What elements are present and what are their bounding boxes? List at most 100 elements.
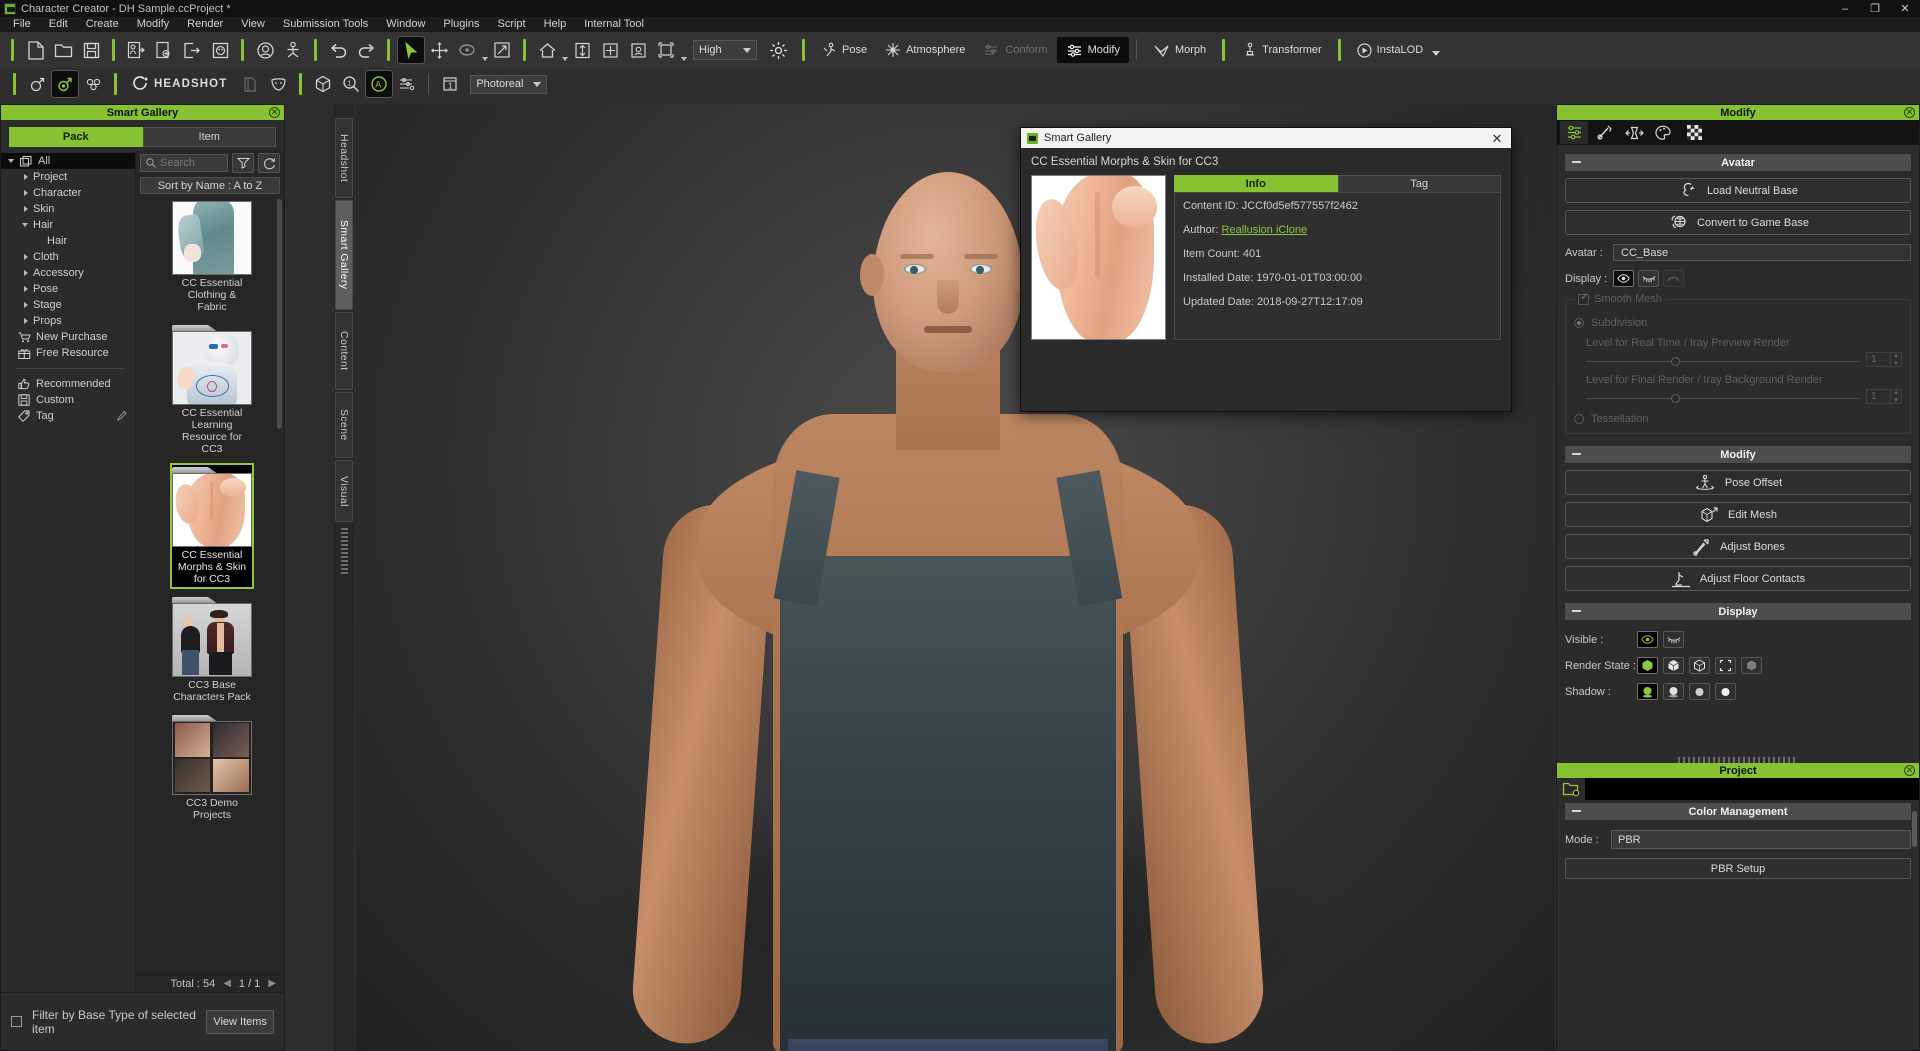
list-item[interactable]: CC3 Base Characters Pack [172, 595, 252, 705]
sidebar-item-stage[interactable]: Stage [1, 297, 135, 313]
sidebar-item-accessory[interactable]: Accessory [1, 265, 135, 281]
material-icon[interactable] [1650, 121, 1678, 144]
menu-plugins[interactable]: Plugins [434, 17, 488, 32]
lock-view-icon[interactable] [653, 37, 679, 63]
chevron-right-icon[interactable] [21, 204, 31, 214]
pbr-setup-button[interactable]: PBR Setup [1565, 858, 1911, 879]
tab-content[interactable]: Content [335, 312, 353, 390]
mode-pose-button[interactable]: Pose [812, 37, 876, 63]
eye-show-icon[interactable] [1637, 631, 1658, 648]
tab-visual[interactable]: Visual [335, 460, 353, 522]
shaded-box-icon[interactable] [1663, 657, 1684, 674]
sidebar-item-pose[interactable]: Pose [1, 281, 135, 297]
sidebar-item-new-purchase[interactable]: New Purchase [1, 329, 135, 345]
subdivision-radio[interactable] [1574, 318, 1584, 328]
search-input[interactable]: Search [140, 154, 228, 172]
collapse-icon[interactable] [1572, 161, 1581, 163]
list-item[interactable]: CC Essential Morphs & Skin for CC3 [170, 463, 254, 589]
adjust-bones-button[interactable]: Adjust Bones [1565, 534, 1911, 559]
load-neutral-base-button[interactable]: Load Neutral Base [1565, 178, 1911, 203]
chevron-right-icon[interactable] [21, 284, 31, 294]
menu-file[interactable]: File [4, 17, 40, 32]
render-mode-combo[interactable]: Photoreal [470, 74, 548, 94]
final-level-slider[interactable] [1586, 392, 1860, 404]
transparent-icon[interactable] [1741, 657, 1762, 674]
home-view-icon[interactable] [534, 37, 560, 63]
sidebar-item-free-resource[interactable]: Free Resource [1, 345, 135, 361]
refresh-icon[interactable] [258, 153, 280, 173]
frame-selected-icon[interactable] [625, 37, 651, 63]
export-fbx-icon[interactable] [179, 37, 205, 63]
panel-close-icon[interactable]: ✕ [1904, 765, 1915, 776]
texture-pages-icon[interactable] [237, 71, 263, 97]
pose-offset-button[interactable]: Pose Offset [1565, 470, 1911, 495]
eye-hide-icon[interactable] [1663, 631, 1684, 648]
avatar-name-field[interactable]: CC_Base [1613, 244, 1911, 261]
chevron-down-icon[interactable] [21, 220, 31, 230]
tab-smart-gallery[interactable]: Smart Gallery [335, 200, 353, 310]
subdivision-row[interactable]: Subdivision [1574, 317, 1902, 329]
gallery-scrollbar[interactable] [277, 199, 282, 429]
sidebar-item-character[interactable]: Character [1, 185, 135, 201]
rotate-caret-icon[interactable] [482, 57, 488, 61]
menu-edit[interactable]: Edit [40, 17, 77, 32]
menu-create[interactable]: Create [77, 17, 128, 32]
final-level-spinner[interactable]: 1 ▲ ▼ [1866, 388, 1902, 405]
list-item[interactable]: CC3 Demo Projects [172, 713, 252, 823]
save-project-icon[interactable] [78, 37, 104, 63]
inspect-icon[interactable]: 1 [338, 71, 364, 97]
minimize-button[interactable]: – [1830, 0, 1860, 17]
open-project-icon[interactable] [50, 37, 76, 63]
chevron-right-icon[interactable] [21, 252, 31, 262]
checker-icon[interactable] [1680, 121, 1708, 144]
edit-mesh-button[interactable]: Edit Mesh [1565, 502, 1911, 527]
avatar-group-header[interactable]: Avatar [1565, 154, 1911, 171]
menu-internal-tool[interactable]: Internal Tool [575, 17, 653, 32]
quality-combo[interactable]: High [693, 40, 757, 60]
move-tool-icon[interactable] [426, 37, 452, 63]
auto-icon[interactable]: A [365, 70, 394, 98]
preview-render-icon[interactable] [252, 37, 278, 63]
menu-window[interactable]: Window [377, 17, 434, 32]
tab-info[interactable]: Info [1174, 175, 1338, 192]
realtime-level-spinner[interactable]: 1 ▲ ▼ [1866, 351, 1902, 368]
tab-item[interactable]: Item [142, 127, 276, 147]
tab-headshot[interactable]: Headshot [335, 118, 353, 198]
select-tool-icon[interactable] [397, 36, 425, 64]
sidebar-item-project[interactable]: Project [1, 169, 135, 185]
body-gender-icon[interactable] [24, 71, 50, 97]
chevron-right-icon[interactable] [21, 172, 31, 182]
filter-icon[interactable] [232, 153, 254, 173]
close-icon[interactable]: ✕ [1489, 130, 1505, 146]
new-project-icon[interactable] [22, 37, 48, 63]
color-mode-select[interactable]: PBR [1611, 830, 1911, 849]
undo-icon[interactable] [325, 37, 351, 63]
collision-icon[interactable] [1620, 121, 1648, 144]
render-cube-icon[interactable] [310, 71, 336, 97]
sidebar-item-hair-child[interactable]: Hair [1, 233, 135, 249]
shadow-soft-icon[interactable] [1663, 683, 1684, 700]
sidebar-item-skin[interactable]: Skin [1, 201, 135, 217]
collapse-icon[interactable] [1572, 453, 1581, 455]
mode-morph-button[interactable]: Morph [1144, 37, 1215, 63]
pencil-icon[interactable] [117, 410, 127, 424]
collapse-icon[interactable] [1572, 610, 1581, 612]
chevron-right-icon[interactable] [21, 300, 31, 310]
chevron-right-icon[interactable] [21, 188, 31, 198]
mode-transformer-button[interactable]: Transformer [1232, 37, 1331, 63]
save-avatar-icon[interactable] [207, 37, 233, 63]
light-toggle-icon[interactable] [765, 37, 791, 63]
maximize-button[interactable]: ❐ [1860, 0, 1890, 17]
view-items-button[interactable]: View Items [206, 1009, 274, 1034]
shadow-full-icon[interactable] [1637, 683, 1658, 700]
prev-page-button[interactable]: ◀ [223, 978, 231, 989]
sidebar-item-hair[interactable]: Hair [1, 217, 135, 233]
attribute-icon[interactable] [1560, 121, 1588, 144]
body-edit-icon[interactable] [51, 70, 79, 98]
modify-group-header[interactable]: Modify [1565, 446, 1911, 463]
shadow-none-icon[interactable] [1715, 683, 1736, 700]
headshot-button[interactable]: HEADSHOT [124, 71, 236, 97]
tab-pack[interactable]: Pack [9, 127, 143, 147]
bone-icon[interactable] [1590, 121, 1618, 144]
color-management-header[interactable]: Color Management [1565, 803, 1911, 820]
